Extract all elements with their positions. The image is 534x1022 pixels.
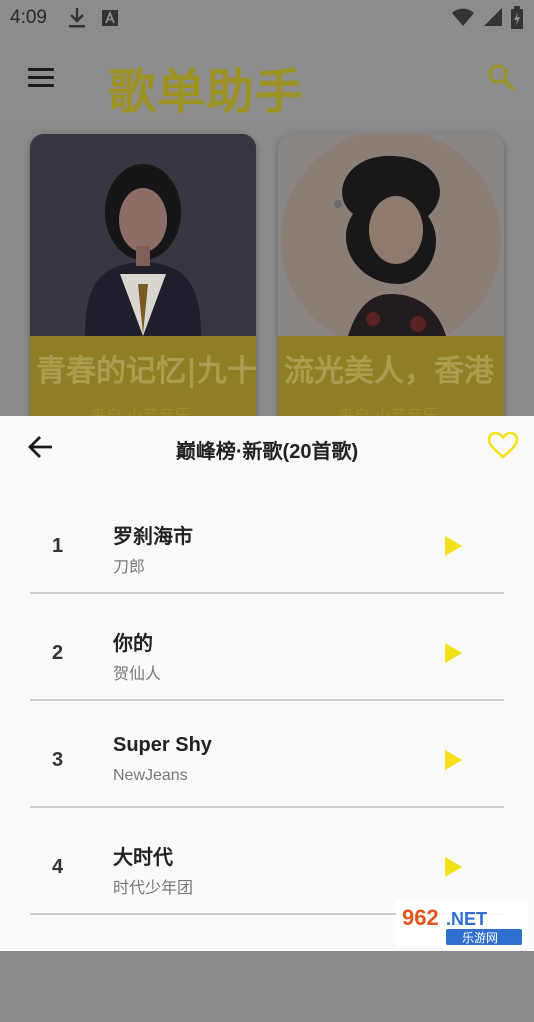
- svg-text:962: 962: [402, 905, 439, 930]
- song-rank: 3: [52, 749, 64, 771]
- song-row[interactable]: 1 罗刹海市 刀郎: [0, 487, 534, 594]
- app-bar: 歌单助手: [0, 36, 534, 122]
- song-title: 罗刹海市: [113, 526, 193, 548]
- song-rank: 4: [52, 856, 64, 878]
- notification-a-icon: [101, 9, 119, 32]
- wifi-icon: [448, 6, 479, 26]
- sheet-title: 巅峰榜·新歌(20首歌): [175, 441, 359, 463]
- play-icon[interactable]: [443, 749, 463, 776]
- song-title: 你的: [113, 633, 153, 655]
- song-row[interactable]: 2 你的 贺仙人: [0, 594, 534, 701]
- signal-icon: [480, 6, 507, 26]
- app-title: 歌单助手: [108, 64, 305, 120]
- song-artist: NewJeans: [113, 767, 188, 784]
- playlist-title: 流光美人，香港: [284, 354, 494, 389]
- playlist-card[interactable]: 青春的记忆|九十 来自 小芸音乐: [30, 134, 256, 434]
- svg-text:.NET: .NET: [446, 909, 487, 929]
- song-title: Super Shy: [113, 734, 212, 756]
- song-row[interactable]: 3 Super Shy NewJeans: [0, 701, 534, 808]
- playlist-grid: 青春的记忆|九十 来自 小芸音乐 流光美人，香港 来自 小芸音乐: [0, 122, 534, 434]
- song-artist: 时代少年团: [113, 880, 194, 897]
- playlist-title: 青春的记忆|九十: [36, 354, 256, 389]
- download-icon: [66, 6, 88, 35]
- song-rank: 1: [52, 535, 64, 557]
- menu-icon[interactable]: [26, 65, 56, 89]
- play-icon[interactable]: [443, 856, 463, 883]
- svg-text:乐游网: 乐游网: [462, 931, 498, 945]
- playlist-card[interactable]: 流光美人，香港 来自 小芸音乐: [278, 134, 504, 434]
- song-artist: 刀郎: [113, 559, 146, 576]
- song-artist: 贺仙人: [113, 666, 162, 683]
- song-rank: 2: [52, 642, 64, 664]
- watermark-logo: 962 .NET 乐游网: [396, 901, 528, 947]
- play-icon[interactable]: [443, 642, 463, 669]
- heart-icon[interactable]: [486, 430, 520, 465]
- status-bar: 4:09: [0, 0, 534, 36]
- song-row[interactable]: 4 大时代 时代少年团: [0, 808, 534, 915]
- play-icon[interactable]: [443, 535, 463, 562]
- status-time: 4:09: [10, 7, 47, 28]
- search-icon[interactable]: [486, 62, 516, 97]
- battery-icon: [507, 6, 524, 29]
- playlist-bottom-sheet: 巅峰榜·新歌(20首歌) 1 罗刹海市 刀郎 2 你的 贺仙人 3 Super …: [0, 416, 534, 951]
- song-title: 大时代: [113, 847, 173, 869]
- playlist-cover-image: [30, 134, 256, 336]
- playlist-cover-image: [278, 134, 504, 350]
